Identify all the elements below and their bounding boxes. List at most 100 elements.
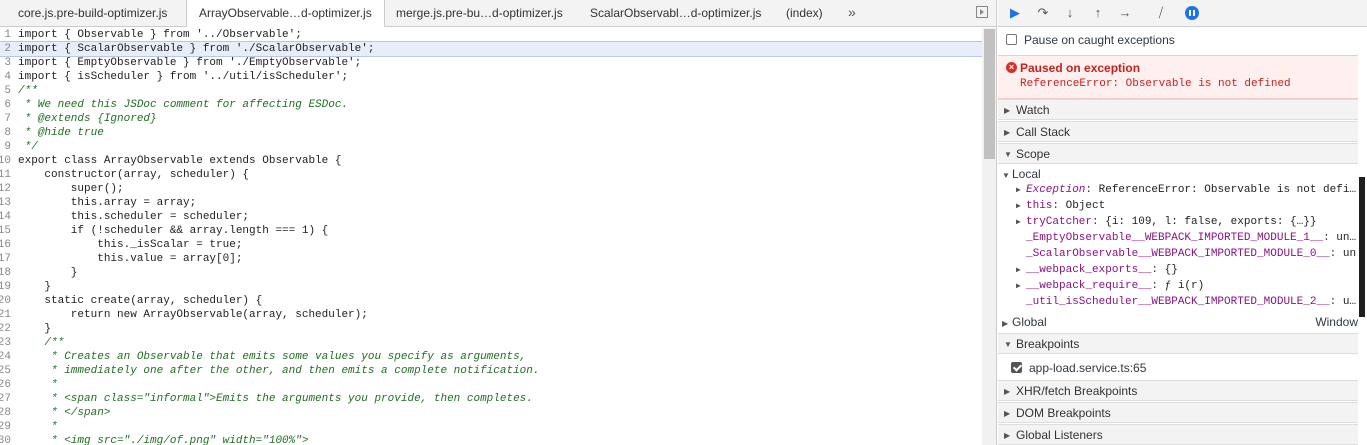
code-line[interactable]: 18 } xyxy=(0,266,982,280)
breakpoint-checkbox[interactable] xyxy=(1011,362,1022,373)
line-number[interactable]: 10 xyxy=(0,154,11,168)
tab-overflow-icon[interactable]: » xyxy=(848,0,856,26)
step-out-icon[interactable]: ↑ xyxy=(1089,4,1107,22)
scope-variable[interactable]: ▶ Exception: ReferenceError: Observable i… xyxy=(1016,182,1356,198)
sidebar-scrollbar-thumb[interactable] xyxy=(1359,177,1365,317)
line-number[interactable]: 12 xyxy=(0,182,11,196)
code-line[interactable]: 26 * xyxy=(0,378,982,392)
section-breakpoints[interactable]: ▼ Breakpoints xyxy=(998,333,1358,354)
line-number[interactable]: 13 xyxy=(0,196,11,210)
code-line[interactable]: 7 * @extends {Ignored} xyxy=(0,112,982,126)
line-number[interactable]: 29 xyxy=(0,420,11,434)
code-editor[interactable]: 1 import { Observable } from '../Observab… xyxy=(0,28,982,445)
line-number[interactable]: 6 xyxy=(0,98,11,112)
code-line[interactable]: 20 static create(array, scheduler) { xyxy=(0,294,982,308)
code-line[interactable]: 21 return new ArrayObservable(array, sch… xyxy=(0,308,982,322)
code-line[interactable]: 9 */ xyxy=(0,140,982,154)
line-number[interactable]: 26 xyxy=(0,378,11,392)
breakpoint-item[interactable]: app-load.service.ts:65 xyxy=(998,359,1367,377)
scope-variable[interactable]: ▶ tryCatcher: {i: 109, l: false, exports:… xyxy=(1016,214,1356,230)
step-icon[interactable]: → xyxy=(1116,4,1134,22)
code-line[interactable]: 19 } xyxy=(0,280,982,294)
line-number[interactable]: 27 xyxy=(0,392,11,406)
line-number[interactable]: 2 xyxy=(0,42,11,56)
code-line[interactable]: 1 import { Observable } from '../Observab… xyxy=(0,28,982,42)
scope-variable[interactable]: _EmptyObservable__WEBPACK_IMPORTED_MODUL… xyxy=(1016,230,1356,246)
code-line[interactable]: 13 this.array = array; xyxy=(0,196,982,210)
section-dom-breakpoints[interactable]: ▶ DOM Breakpoints xyxy=(998,402,1358,423)
code-line[interactable]: 29 * xyxy=(0,420,982,434)
pause-on-caught-row[interactable]: Pause on caught exceptions xyxy=(998,31,1367,49)
code-line[interactable]: 10 export class ArrayObservable extends O… xyxy=(0,154,982,168)
section-watch[interactable]: ▶ Watch xyxy=(998,99,1358,120)
code-line[interactable]: 15 if (!scheduler && array.length === 1)… xyxy=(0,224,982,238)
code-line[interactable]: 5 /** xyxy=(0,84,982,98)
line-number[interactable]: 24 xyxy=(0,350,11,364)
section-global-listeners[interactable]: ▶ Global Listeners xyxy=(998,424,1358,445)
code-line[interactable]: 28 * </span> xyxy=(0,406,982,420)
tab-scalarobservable[interactable]: ScalarObservabl…d-optimizer.js xyxy=(590,0,761,26)
line-number[interactable]: 22 xyxy=(0,322,11,336)
step-over-icon[interactable]: ↷ xyxy=(1034,4,1052,22)
line-number[interactable]: 20 xyxy=(0,294,11,308)
section-scope[interactable]: ▼ Scope xyxy=(998,143,1358,164)
line-number[interactable]: 23 xyxy=(0,336,11,350)
line-number[interactable]: 15 xyxy=(0,224,11,238)
deactivate-breakpoints-icon[interactable]: ⧸ xyxy=(1152,4,1170,22)
tab-merge-js[interactable]: merge.js.pre-bu…d-optimizer.js xyxy=(396,0,563,26)
toggle-debugger-icon[interactable] xyxy=(976,6,988,18)
code-line[interactable]: 30 * <img src="./img/of.png" width="100%… xyxy=(0,434,982,445)
section-xhr-breakpoints[interactable]: ▶ XHR/fetch Breakpoints xyxy=(998,380,1358,401)
line-number[interactable]: 28 xyxy=(0,406,11,420)
line-number[interactable]: 9 xyxy=(0,140,11,154)
editor-scrollbar-thumb[interactable] xyxy=(984,29,995,159)
line-number[interactable]: 18 xyxy=(0,266,11,280)
pause-on-exceptions-icon[interactable] xyxy=(1185,6,1199,20)
line-number[interactable]: 4 xyxy=(0,70,11,84)
code-line[interactable]: 23 /** xyxy=(0,336,982,350)
code-line[interactable]: 16 this._isScalar = true; xyxy=(0,238,982,252)
code-line[interactable]: 14 this.scheduler = scheduler; xyxy=(0,210,982,224)
line-number[interactable]: 7 xyxy=(0,112,11,126)
code-line[interactable]: 25 * immediately one after the other, an… xyxy=(0,364,982,378)
sidebar-scrollbar[interactable] xyxy=(1358,27,1367,445)
tab-index[interactable]: (index) xyxy=(786,0,823,26)
line-number[interactable]: 30 xyxy=(0,434,11,445)
code-line[interactable]: 27 * <span class="informal">Emits the ar… xyxy=(0,392,982,406)
step-into-icon[interactable]: ↓ xyxy=(1061,4,1079,22)
resume-icon[interactable]: ▶ xyxy=(1006,4,1024,22)
code-line[interactable]: 3 import { EmptyObservable } from './Empt… xyxy=(0,56,982,70)
code-line[interactable]: 22 } xyxy=(0,322,982,336)
scope-variable[interactable]: _util_isScheduler__WEBPACK_IMPORTED_MODU… xyxy=(1016,294,1356,310)
line-number[interactable]: 8 xyxy=(0,126,11,140)
code-line[interactable]: 12 super(); xyxy=(0,182,982,196)
scope-variable[interactable]: ▶ __webpack_require__: ƒ i(r) xyxy=(1016,278,1356,294)
code-line[interactable]: 8 * @hide true xyxy=(0,126,982,140)
line-number[interactable]: 25 xyxy=(0,364,11,378)
line-number[interactable]: 3 xyxy=(0,56,11,70)
code-line[interactable]: 24 * Creates an Observable that emits so… xyxy=(0,350,982,364)
code-line[interactable]: 2 import { ScalarObservable } from './Sca… xyxy=(0,41,982,57)
scope-variable[interactable]: ▶ this: Object xyxy=(1016,198,1356,214)
line-number[interactable]: 1 xyxy=(0,28,11,42)
scope-local-header[interactable]: ▼ Local xyxy=(1002,166,1360,182)
tab-arrayobservable[interactable]: ArrayObservable…d-optimizer.js xyxy=(186,0,385,27)
scope-variable[interactable]: _ScalarObservable__WEBPACK_IMPORTED_MODU… xyxy=(1016,246,1356,262)
code-line[interactable]: 4 import { isScheduler } from '../util/is… xyxy=(0,70,982,84)
line-number[interactable]: 19 xyxy=(0,280,11,294)
section-call-stack[interactable]: ▶ Call Stack xyxy=(998,121,1358,142)
pause-on-caught-checkbox[interactable] xyxy=(1006,34,1017,45)
line-number[interactable]: 21 xyxy=(0,308,11,322)
line-number[interactable]: 16 xyxy=(0,238,11,252)
code-line[interactable]: 11 constructor(array, scheduler) { xyxy=(0,168,982,182)
line-number[interactable]: 14 xyxy=(0,210,11,224)
tab-core-js[interactable]: core.js.pre-build-optimizer.js xyxy=(18,0,167,26)
line-number[interactable]: 11 xyxy=(0,168,11,182)
scope-global-row[interactable]: ▶ Global Window xyxy=(1002,314,1360,330)
line-number[interactable]: 5 xyxy=(0,84,11,98)
editor-scrollbar[interactable] xyxy=(982,28,996,445)
code-line[interactable]: 17 this.value = array[0]; xyxy=(0,252,982,266)
line-number[interactable]: 17 xyxy=(0,252,11,266)
scope-variable[interactable]: ▶ __webpack_exports__: {} xyxy=(1016,262,1356,278)
code-line[interactable]: 6 * We need this JSDoc comment for affec… xyxy=(0,98,982,112)
